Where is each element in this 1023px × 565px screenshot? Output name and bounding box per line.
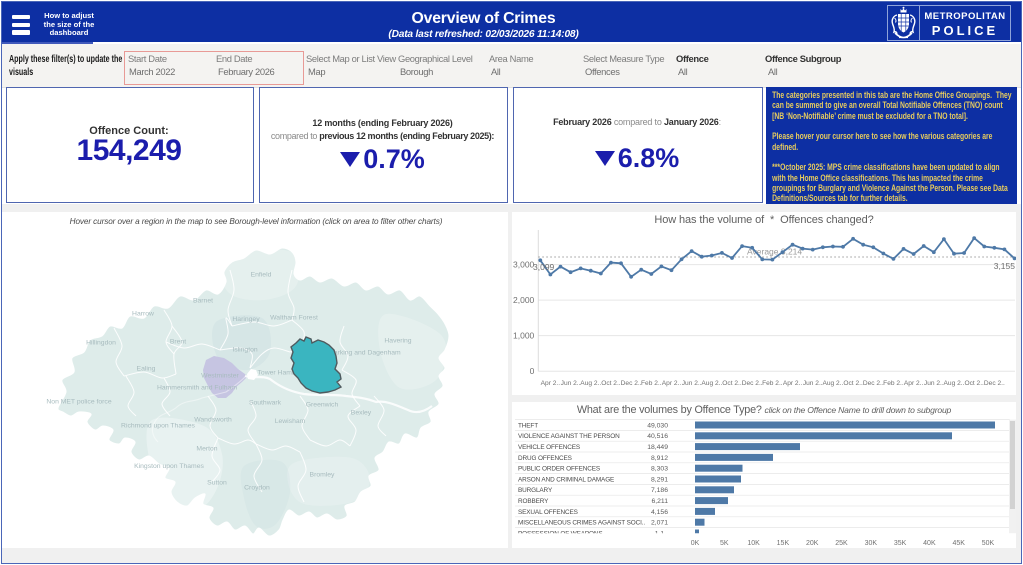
svg-text:MISCELLANEOUS CRIMES AGAINST S: MISCELLANEOUS CRIMES AGAINST SOCI.. bbox=[518, 520, 645, 527]
svg-text:Dec 2..: Dec 2.. bbox=[742, 380, 763, 387]
svg-text:4,156: 4,156 bbox=[651, 509, 668, 516]
svg-text:Hillingdon: Hillingdon bbox=[86, 339, 116, 346]
svg-text:Dec 2..: Dec 2.. bbox=[984, 380, 1005, 387]
svg-text:Enfield: Enfield bbox=[251, 271, 272, 278]
svg-text:8,303: 8,303 bbox=[651, 466, 668, 473]
svg-text:Bexley: Bexley bbox=[351, 409, 372, 416]
svg-text:Dec 2..: Dec 2.. bbox=[621, 380, 642, 387]
svg-text:Haringey: Haringey bbox=[232, 316, 260, 323]
svg-text:Oct 2..: Oct 2.. bbox=[843, 380, 863, 387]
svg-text:Barnet: Barnet bbox=[193, 297, 213, 304]
svg-text:45K: 45K bbox=[952, 540, 965, 547]
svg-text:THEFT: THEFT bbox=[518, 422, 538, 429]
svg-text:Oct 2..: Oct 2.. bbox=[601, 380, 621, 387]
svg-text:Hammersmith and Fulham: Hammersmith and Fulham bbox=[157, 384, 237, 391]
svg-text:Westminster: Westminster bbox=[201, 372, 239, 379]
svg-text:Sutton: Sutton bbox=[207, 479, 227, 486]
svg-text:5K: 5K bbox=[720, 540, 729, 547]
svg-text:Southwark: Southwark bbox=[249, 399, 282, 406]
svg-text:40,516: 40,516 bbox=[647, 433, 668, 440]
svg-text:1,000: 1,000 bbox=[513, 331, 535, 341]
svg-text:25K: 25K bbox=[835, 540, 848, 547]
svg-text:49,030: 49,030 bbox=[647, 422, 668, 429]
svg-text:15K: 15K bbox=[777, 540, 790, 547]
svg-text:Wandsworth: Wandsworth bbox=[194, 416, 232, 423]
svg-text:Aug 2..: Aug 2.. bbox=[701, 380, 722, 387]
svg-text:18,449: 18,449 bbox=[647, 444, 668, 451]
svg-text:Feb 2..: Feb 2.. bbox=[762, 380, 783, 387]
svg-text:50K: 50K bbox=[982, 540, 995, 547]
svg-text:Merton: Merton bbox=[196, 445, 217, 452]
svg-text:10K: 10K bbox=[747, 540, 760, 547]
svg-text:40K: 40K bbox=[923, 540, 936, 547]
svg-text:8,291: 8,291 bbox=[651, 476, 668, 483]
svg-text:ARSON AND CRIMINAL DAMAGE: ARSON AND CRIMINAL DAMAGE bbox=[518, 476, 614, 483]
svg-text:0K: 0K bbox=[691, 540, 700, 547]
svg-text:PUBLIC ORDER OFFENCES: PUBLIC ORDER OFFENCES bbox=[518, 466, 600, 473]
svg-text:VIOLENCE AGAINST THE PERSON: VIOLENCE AGAINST THE PERSON bbox=[518, 433, 620, 440]
svg-text:Ealing: Ealing bbox=[137, 365, 156, 372]
svg-text:Aug 2..: Aug 2.. bbox=[580, 380, 601, 387]
svg-text:Apr 2..: Apr 2.. bbox=[904, 380, 924, 387]
svg-text:2,071: 2,071 bbox=[651, 520, 668, 527]
svg-text:Jun 2..: Jun 2.. bbox=[682, 380, 702, 387]
svg-text:Kingston upon Thames: Kingston upon Thames bbox=[134, 463, 204, 470]
svg-text:BURGLARY: BURGLARY bbox=[518, 487, 553, 494]
svg-text:Apr 2..: Apr 2.. bbox=[541, 380, 561, 387]
svg-text:SEXUAL OFFENCES: SEXUAL OFFENCES bbox=[518, 509, 578, 516]
svg-text:Apr 2..: Apr 2.. bbox=[783, 380, 803, 387]
svg-text:35K: 35K bbox=[894, 540, 907, 547]
svg-text:Feb 2..: Feb 2.. bbox=[883, 380, 904, 387]
svg-text:Brent: Brent bbox=[170, 338, 186, 345]
svg-text:0: 0 bbox=[530, 366, 535, 376]
svg-text:2,000: 2,000 bbox=[513, 295, 535, 305]
svg-text:POSSESSION OF WEAPONS: POSSESSION OF WEAPONS bbox=[518, 530, 602, 537]
svg-text:6,211: 6,211 bbox=[651, 498, 668, 505]
svg-text:Dec 2..: Dec 2.. bbox=[863, 380, 884, 387]
svg-text:20K: 20K bbox=[806, 540, 819, 547]
svg-text:Bromley: Bromley bbox=[310, 471, 336, 478]
svg-text:VEHICLE OFFENCES: VEHICLE OFFENCES bbox=[518, 444, 580, 451]
svg-text:8,912: 8,912 bbox=[651, 455, 668, 462]
svg-text:Oct 2..: Oct 2.. bbox=[722, 380, 742, 387]
svg-text:30K: 30K bbox=[865, 540, 878, 547]
svg-text:Oct 2..: Oct 2.. bbox=[964, 380, 984, 387]
svg-text:3,099: 3,099 bbox=[533, 262, 555, 272]
svg-text:Islington: Islington bbox=[232, 346, 258, 353]
svg-text:Lewisham: Lewisham bbox=[275, 418, 306, 425]
svg-text:Jun 2..: Jun 2.. bbox=[803, 380, 823, 387]
svg-text:Aug 2..: Aug 2.. bbox=[944, 380, 965, 387]
svg-text:Feb 2..: Feb 2.. bbox=[641, 380, 662, 387]
svg-text:Apr 2..: Apr 2.. bbox=[662, 380, 682, 387]
svg-text:Barking and Dagenham: Barking and Dagenham bbox=[329, 349, 401, 356]
svg-text:Non MET police force: Non MET police force bbox=[46, 398, 111, 405]
svg-text:3,155: 3,155 bbox=[994, 261, 1016, 271]
svg-text:Croydon: Croydon bbox=[244, 484, 270, 491]
svg-text:DRUG OFFENCES: DRUG OFFENCES bbox=[518, 455, 572, 462]
svg-text:Harrow: Harrow bbox=[132, 310, 154, 317]
svg-text:Waltham Forest: Waltham Forest bbox=[270, 314, 318, 321]
svg-text:Aug 2..: Aug 2.. bbox=[822, 380, 843, 387]
svg-text:ROBBERY: ROBBERY bbox=[518, 498, 549, 505]
svg-text:3,000: 3,000 bbox=[513, 260, 535, 270]
svg-text:7,186: 7,186 bbox=[651, 487, 668, 494]
svg-text:Jun 2..: Jun 2.. bbox=[561, 380, 581, 387]
svg-text:Havering: Havering bbox=[384, 337, 411, 344]
svg-text:Jun 2..: Jun 2.. bbox=[924, 380, 944, 387]
svg-text:1,1..: 1,1.. bbox=[655, 530, 668, 537]
svg-text:Greenwich: Greenwich bbox=[306, 401, 339, 408]
svg-text:Richmond upon Thames: Richmond upon Thames bbox=[121, 422, 196, 429]
